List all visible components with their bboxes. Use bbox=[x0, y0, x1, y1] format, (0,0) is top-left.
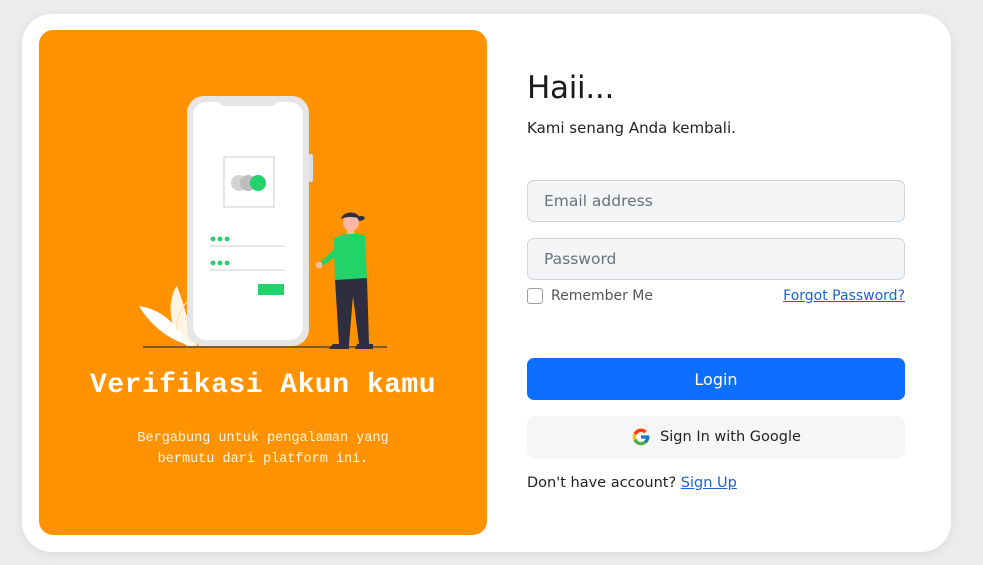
remember-me-label: Remember Me bbox=[551, 288, 653, 304]
password-field[interactable] bbox=[527, 238, 905, 280]
google-icon bbox=[632, 428, 650, 446]
signup-row: Don't have account? Sign Up bbox=[527, 475, 737, 491]
signup-link[interactable]: Sign Up bbox=[681, 475, 737, 491]
hero-title: Verifikasi Akun kamu bbox=[89, 370, 437, 401]
login-button[interactable]: Login bbox=[527, 358, 905, 400]
hero-subtitle: Bergabung untuk pengalaman yang bermutu … bbox=[137, 431, 389, 467]
hero-panel: Verifikasi Akun kamu Bergabung untuk pen… bbox=[39, 30, 487, 535]
forgot-password-link[interactable]: Forgot Password? bbox=[783, 288, 905, 304]
login-form: Haii... Kami senang Anda kembali. Rememb… bbox=[527, 14, 905, 552]
phone-login-illustration bbox=[139, 96, 387, 349]
google-signin-button[interactable]: Sign In with Google bbox=[527, 416, 905, 458]
remember-me-row[interactable]: Remember Me bbox=[527, 288, 653, 304]
welcome-text: Kami senang Anda kembali. bbox=[527, 119, 736, 137]
google-signin-label: Sign In with Google bbox=[660, 429, 801, 445]
email-field[interactable] bbox=[527, 180, 905, 222]
greeting-heading: Haii... bbox=[527, 70, 614, 106]
login-card: Verifikasi Akun kamu Bergabung untuk pen… bbox=[22, 14, 951, 552]
no-account-text: Don't have account? bbox=[527, 475, 677, 491]
remember-me-checkbox[interactable] bbox=[527, 288, 543, 304]
